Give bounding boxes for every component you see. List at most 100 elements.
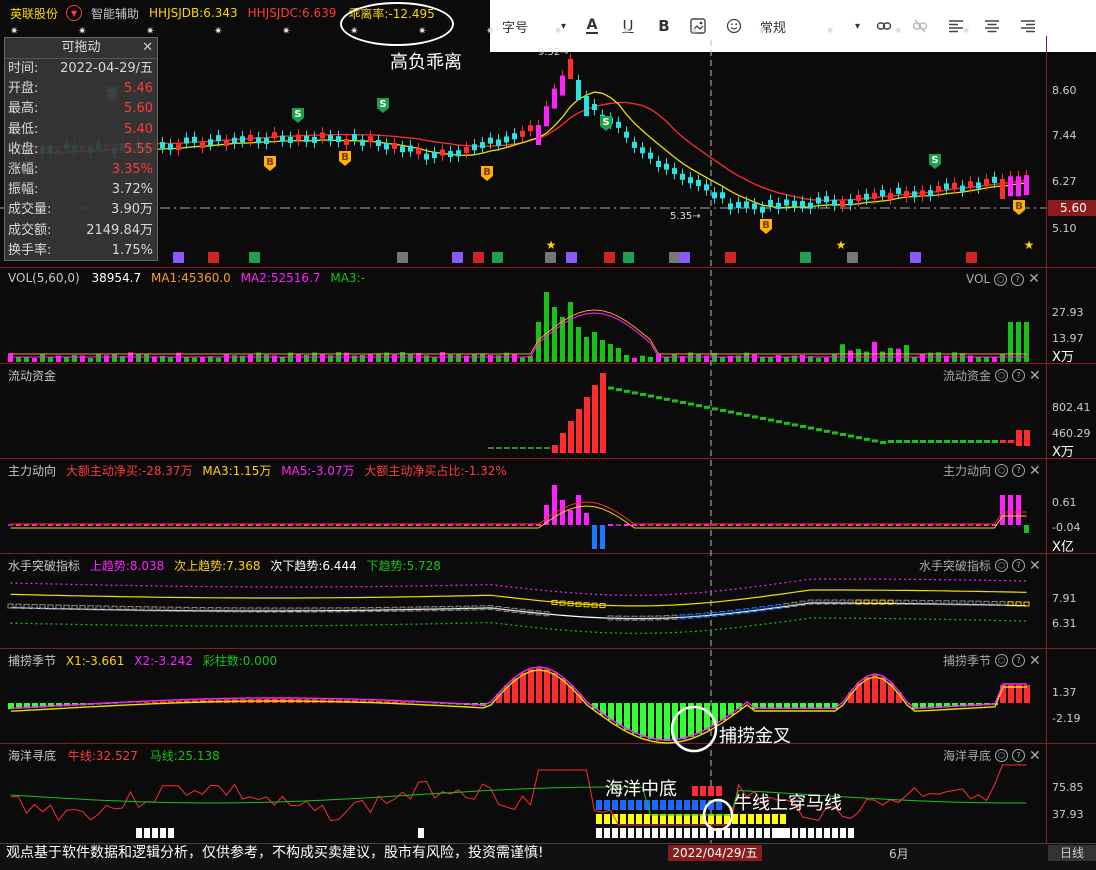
candle-body bbox=[264, 138, 269, 144]
volume-bar bbox=[456, 354, 461, 362]
info-row: 最低:5.40 bbox=[5, 120, 157, 140]
news-tag-icon bbox=[249, 252, 260, 263]
info-panel[interactable]: 可拖动✕ 时间:2022-04-29/五开盘:5.46最高:5.60最低:5.4… bbox=[4, 37, 158, 261]
star-icon: ✷ bbox=[418, 26, 426, 37]
flow-tick-1: 802.41 bbox=[1052, 401, 1091, 414]
candle-body bbox=[456, 150, 461, 156]
annotation-ocean-bottom: 海洋中底 bbox=[605, 775, 677, 801]
candle-body bbox=[1024, 175, 1029, 195]
candle-body bbox=[400, 146, 405, 152]
volume-bars bbox=[8, 292, 1029, 362]
ocean-blue-block bbox=[668, 800, 674, 810]
catch-bar bbox=[520, 673, 526, 703]
close-icon[interactable]: ✕ bbox=[1029, 748, 1041, 764]
help-icon[interactable]: ? bbox=[1012, 464, 1025, 477]
info-row: 成交量:3.90万 bbox=[5, 200, 157, 220]
vol-tick-2: 13.97 bbox=[1052, 332, 1084, 345]
candle-body bbox=[576, 80, 581, 100]
candle-body bbox=[784, 199, 789, 205]
info-key: 时间: bbox=[8, 59, 38, 79]
volume-bar bbox=[112, 354, 117, 362]
signal-label: S bbox=[602, 117, 609, 128]
main-force-bars bbox=[8, 485, 1029, 549]
candle-body bbox=[368, 136, 373, 142]
settings-icon[interactable]: ⬡ bbox=[995, 749, 1008, 762]
ocean-white-block bbox=[136, 828, 142, 838]
force-name[interactable]: 主力动向 bbox=[8, 464, 56, 478]
candle-body bbox=[712, 192, 717, 198]
settings-icon[interactable]: ⬡ bbox=[994, 273, 1007, 286]
buy-signal-icon: B bbox=[264, 156, 276, 171]
settings-icon[interactable]: ⬡ bbox=[995, 654, 1008, 667]
ocean-white-block bbox=[692, 828, 698, 838]
flow-bar bbox=[736, 412, 742, 415]
star-row: ✷✷✷✷✷✷✷✷✷✷✷✷✷✷✷ bbox=[10, 26, 970, 37]
close-icon[interactable]: ✕ bbox=[1028, 271, 1040, 287]
help-icon[interactable]: ? bbox=[1012, 559, 1025, 572]
water-name[interactable]: 水手突破指标 bbox=[8, 559, 80, 573]
close-icon[interactable]: ✕ bbox=[1029, 558, 1041, 574]
water-panel-controls: 水手突破指标⬡?✕ bbox=[919, 557, 1041, 574]
help-icon[interactable]: ? bbox=[1012, 749, 1025, 762]
catch-panel-controls: 捕捞季节⬡?✕ bbox=[943, 652, 1041, 669]
ocean-name[interactable]: 海洋寻底 bbox=[8, 749, 56, 763]
ocean-red-block bbox=[692, 786, 698, 796]
flow-bar bbox=[1000, 440, 1006, 443]
ocean-white-block bbox=[840, 828, 846, 838]
help-icon[interactable]: ? bbox=[1012, 369, 1025, 382]
flow-tick-2: 460.29 bbox=[1052, 427, 1091, 440]
period-button[interactable]: 日线 bbox=[1048, 845, 1096, 861]
candle-body bbox=[944, 183, 949, 189]
catch-name[interactable]: 捕捞季节 bbox=[8, 654, 56, 668]
flow-bar bbox=[712, 407, 718, 410]
candle-body bbox=[624, 132, 629, 138]
close-icon[interactable]: ✕ bbox=[142, 38, 153, 58]
settings-icon[interactable]: ⬡ bbox=[995, 559, 1008, 572]
news-tag-icon bbox=[566, 252, 577, 263]
info-value: 5.46 bbox=[124, 79, 153, 99]
main-force-bar bbox=[576, 495, 581, 525]
water-down-trend-line bbox=[11, 618, 1027, 633]
axis-tick-4: 5.10 bbox=[1052, 222, 1077, 235]
volume-bar bbox=[920, 354, 925, 362]
close-icon[interactable]: ✕ bbox=[1029, 653, 1041, 669]
vol-name[interactable]: VOL(5,60,0) bbox=[8, 271, 80, 285]
buy-signal-icon: B bbox=[760, 219, 772, 234]
settings-icon[interactable]: ⬡ bbox=[995, 369, 1008, 382]
vol-tick-1: 27.93 bbox=[1052, 306, 1084, 319]
candle-body bbox=[1008, 176, 1013, 196]
candle-body bbox=[416, 148, 421, 154]
flow-panel-header[interactable]: 流动资金 bbox=[8, 367, 56, 384]
candlesticks bbox=[8, 54, 1029, 218]
info-panel-header[interactable]: 可拖动✕ bbox=[5, 38, 157, 59]
help-icon[interactable]: ? bbox=[1011, 273, 1024, 286]
close-icon[interactable]: ✕ bbox=[1029, 463, 1041, 479]
ocean-blue-block bbox=[636, 800, 642, 810]
stock-chart[interactable]: ✷✷✷✷✷✷✷✷✷✷✷✷✷✷✷ SSSSBBBBBS ★★★ bbox=[0, 0, 1096, 869]
bottom-bar: 观点基于软件数据和逻辑分析，仅供参考，不构成买卖建议，股市有风险，投资需谨慎! … bbox=[0, 843, 1096, 870]
candle-body bbox=[1016, 176, 1021, 196]
help-icon[interactable]: ? bbox=[1012, 654, 1025, 667]
settings-icon[interactable]: ⬡ bbox=[995, 464, 1008, 477]
flow-bar bbox=[664, 398, 670, 401]
volume-bar bbox=[512, 354, 517, 362]
water-box bbox=[360, 608, 365, 612]
star-icon: ✷ bbox=[78, 26, 86, 37]
water-down2-value: 次下趋势:6.444 bbox=[270, 559, 356, 573]
water-up-value: 上趋势:8.038 bbox=[90, 559, 164, 573]
volume-bar bbox=[552, 307, 557, 362]
candle-body bbox=[192, 137, 197, 143]
ocean-horse-line bbox=[11, 787, 1027, 815]
flow-bar bbox=[544, 447, 550, 449]
cursor-date-label: 2022/04/29/五 bbox=[668, 845, 762, 861]
catch-tick-2: -2.19 bbox=[1052, 712, 1080, 725]
catch-x2-value: X2:-3.242 bbox=[134, 654, 193, 668]
ocean-white-block bbox=[800, 828, 806, 838]
close-icon[interactable]: ✕ bbox=[1029, 368, 1041, 384]
candle-body bbox=[520, 131, 525, 137]
candle-body bbox=[440, 150, 445, 156]
candle-body bbox=[792, 201, 797, 207]
signal-label: B bbox=[762, 220, 770, 231]
ocean-bull-line bbox=[11, 765, 1027, 825]
volume-bar bbox=[392, 355, 397, 362]
